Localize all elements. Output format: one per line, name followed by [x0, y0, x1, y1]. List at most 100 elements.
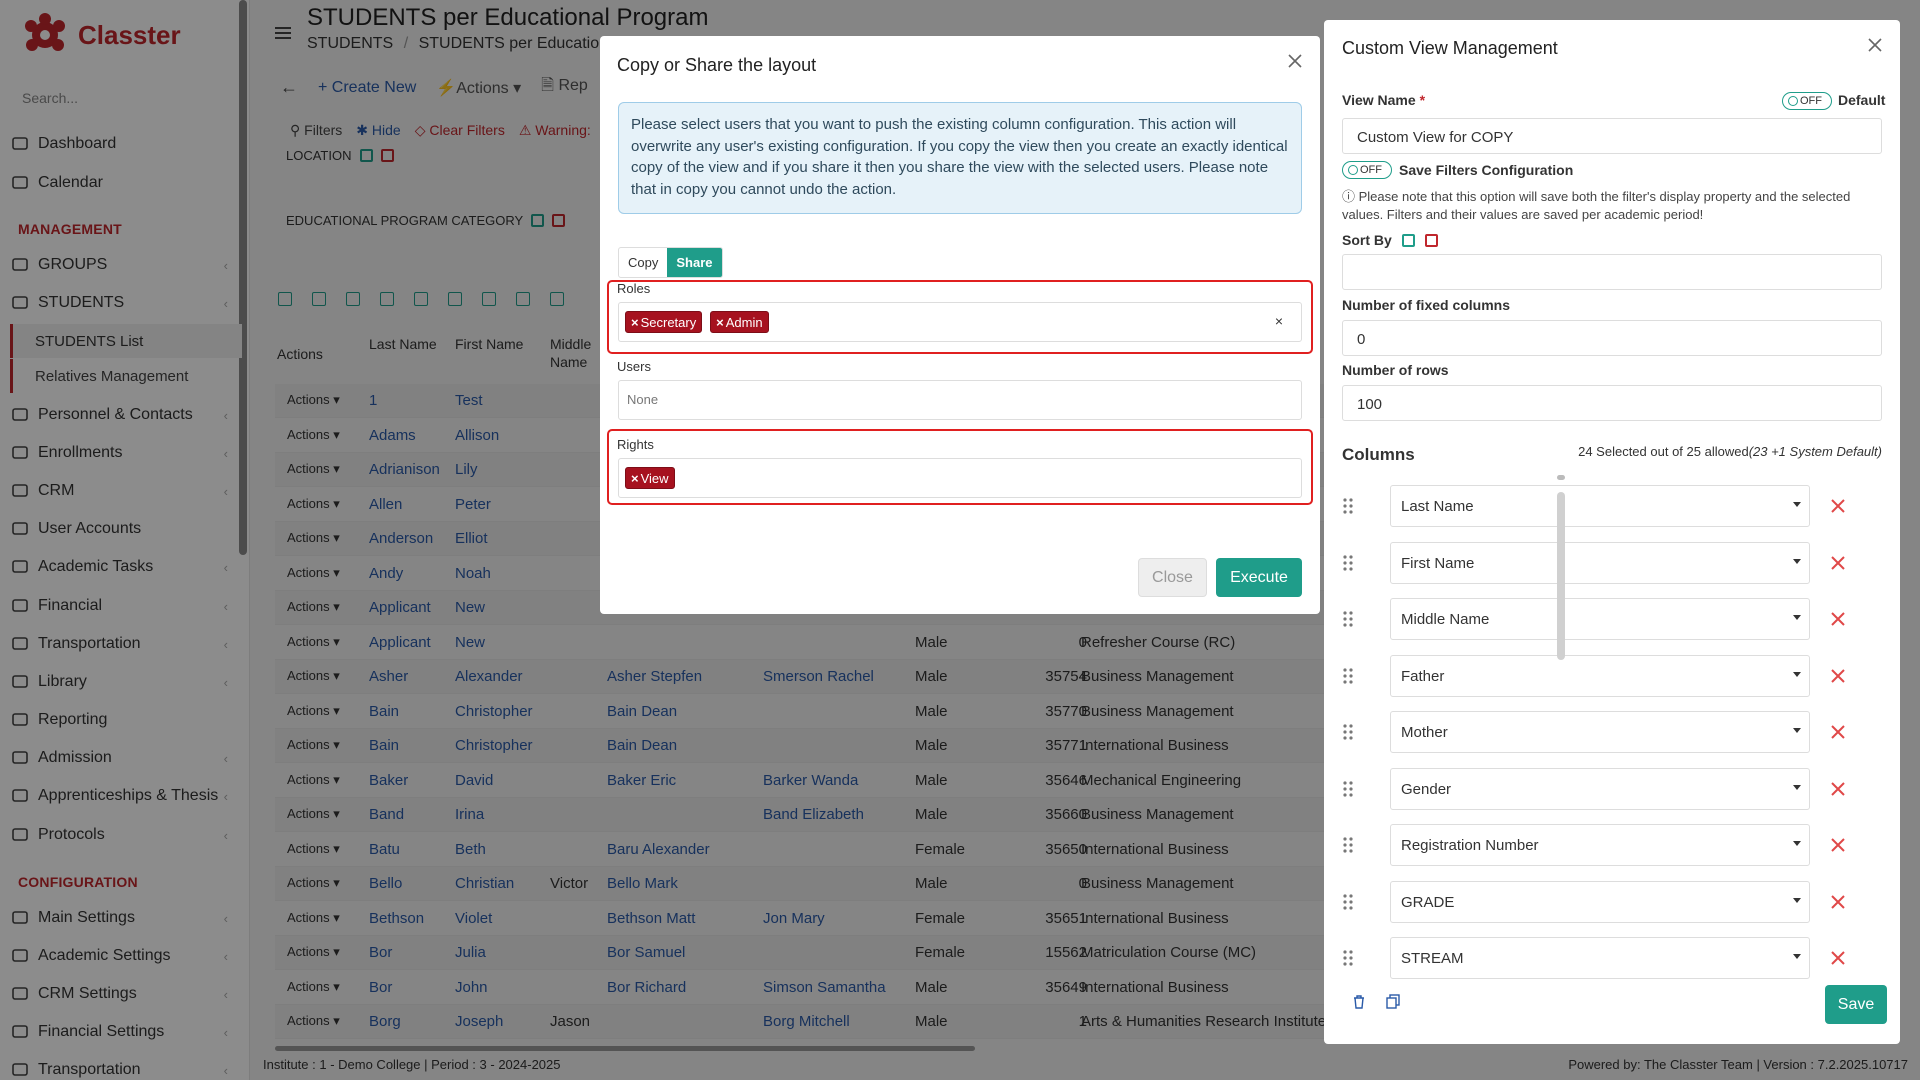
- drag-handle-icon[interactable]: [1342, 610, 1354, 628]
- save-filters-label: Save Filters Configuration: [1399, 162, 1574, 178]
- remove-column-icon[interactable]: [1830, 894, 1846, 910]
- toggle-knob-icon: [1348, 165, 1358, 175]
- right-tag-view[interactable]: × View: [625, 467, 675, 489]
- fixed-columns-input[interactable]: 0: [1342, 320, 1882, 356]
- drag-handle-icon[interactable]: [1342, 667, 1354, 685]
- drag-handle-icon[interactable]: [1342, 554, 1354, 572]
- remove-tag-icon[interactable]: ×: [631, 315, 639, 330]
- column-row: Gender: [1342, 767, 1862, 810]
- column-select[interactable]: GRADE: [1390, 880, 1810, 923]
- default-label: Default: [1838, 92, 1886, 108]
- modal-title: Copy or Share the layout: [617, 55, 817, 75]
- columns-heading: Columns: [1342, 445, 1415, 464]
- sort-by-label: Sort By: [1342, 232, 1392, 248]
- users-multiselect[interactable]: None: [618, 380, 1302, 420]
- caret-down-icon: [1793, 615, 1801, 620]
- remove-tag-icon[interactable]: ×: [631, 471, 639, 486]
- users-placeholder: None: [627, 392, 659, 407]
- rows-input[interactable]: 100: [1342, 385, 1882, 421]
- column-select[interactable]: Father: [1390, 654, 1810, 697]
- trash-icon[interactable]: [1352, 994, 1366, 1009]
- tab-copy[interactable]: Copy: [619, 248, 667, 277]
- role-tag-label: Admin: [725, 314, 763, 330]
- roles-label: Roles: [617, 281, 651, 296]
- duplicate-icon[interactable]: [1386, 994, 1400, 1009]
- remove-column-icon[interactable]: [1830, 611, 1846, 627]
- column-select[interactable]: Middle Name: [1390, 598, 1810, 640]
- sort-by-row: Sort By: [1342, 232, 1438, 248]
- rows-label: Number of rows: [1342, 362, 1449, 378]
- columns-count: 24 Selected out of 25 allowed(23 +1 Syst…: [1578, 444, 1882, 459]
- info-circle-icon: ⓘ: [1342, 189, 1359, 204]
- column-select-value: Middle Name: [1401, 611, 1490, 628]
- column-select-value: Father: [1401, 667, 1445, 685]
- drag-handle-icon[interactable]: [1342, 497, 1354, 515]
- remove-column-icon[interactable]: [1830, 668, 1846, 684]
- select-all-icon[interactable]: [1401, 233, 1415, 247]
- column-select-value: Gender: [1401, 780, 1452, 798]
- columns-count-text: 24 Selected out of 25 allowed: [1578, 444, 1749, 459]
- remove-column-icon[interactable]: [1830, 950, 1846, 966]
- clear-roles-icon[interactable]: ×: [1275, 313, 1283, 329]
- remove-column-icon[interactable]: [1830, 837, 1846, 853]
- role-tag-secretary[interactable]: × Secretary: [625, 311, 703, 333]
- save-button[interactable]: Save: [1825, 985, 1887, 1024]
- column-select[interactable]: Gender: [1390, 767, 1810, 810]
- save-filters-toggle[interactable]: OFF: [1342, 161, 1392, 179]
- remove-column-icon[interactable]: [1830, 724, 1846, 740]
- column-select-value: First Name: [1401, 554, 1475, 572]
- rights-multiselect[interactable]: × View: [618, 458, 1302, 498]
- caret-down-icon: [1793, 558, 1801, 564]
- save-filters-note: ⓘ Please note that this option will save…: [1342, 188, 1882, 224]
- copy-share-modal: Copy or Share the layout Please select u…: [600, 36, 1320, 614]
- column-select[interactable]: Registration Number: [1390, 824, 1810, 866]
- drag-handle-icon[interactable]: [1342, 893, 1354, 911]
- sort-by-input[interactable]: [1342, 254, 1882, 290]
- column-row: First Name: [1342, 541, 1862, 584]
- deselect-all-icon[interactable]: [1424, 233, 1438, 247]
- close-button[interactable]: Close: [1138, 558, 1207, 597]
- column-row: Father: [1342, 654, 1862, 697]
- required-mark: *: [1419, 92, 1426, 108]
- roles-multiselect[interactable]: × Secretary × Admin ×: [618, 302, 1302, 342]
- column-select[interactable]: STREAM: [1390, 937, 1810, 979]
- default-toggle[interactable]: OFF: [1782, 92, 1832, 110]
- column-row: Last Name: [1342, 485, 1862, 527]
- caret-down-icon: [1793, 784, 1801, 790]
- role-tag-label: Secretary: [640, 314, 697, 330]
- remove-column-icon[interactable]: [1830, 555, 1846, 571]
- column-select-value: STREAM: [1401, 950, 1464, 967]
- rights-label: Rights: [617, 437, 654, 452]
- fixed-columns-label: Number of fixed columns: [1342, 297, 1511, 313]
- caret-down-icon: [1793, 954, 1801, 959]
- drag-handle-icon[interactable]: [1342, 949, 1354, 967]
- column-select[interactable]: Mother: [1390, 711, 1810, 753]
- toggle-knob-icon: [1788, 96, 1798, 106]
- column-select-value: Mother: [1401, 724, 1448, 741]
- caret-down-icon: [1793, 671, 1801, 677]
- drag-handle-icon[interactable]: [1342, 780, 1354, 798]
- view-name-input[interactable]: Custom View for COPY: [1342, 118, 1882, 154]
- close-icon[interactable]: [1866, 36, 1884, 54]
- right-tag-label: View: [640, 470, 669, 486]
- execute-button[interactable]: Execute: [1216, 558, 1302, 597]
- role-tag-admin[interactable]: × Admin: [710, 311, 769, 333]
- tab-share[interactable]: Share: [667, 248, 722, 277]
- drag-handle-icon[interactable]: [1342, 723, 1354, 741]
- column-row: Middle Name: [1342, 598, 1862, 640]
- remove-column-icon[interactable]: [1830, 498, 1846, 514]
- column-row: GRADE: [1342, 880, 1862, 923]
- remove-tag-icon[interactable]: ×: [716, 315, 724, 330]
- column-select[interactable]: Last Name: [1390, 485, 1810, 527]
- panel-title: Custom View Management: [1342, 38, 1558, 58]
- close-icon[interactable]: [1286, 52, 1304, 70]
- drag-handle-icon[interactable]: [1342, 836, 1354, 854]
- remove-column-icon[interactable]: [1830, 781, 1846, 797]
- column-row: STREAM: [1342, 937, 1862, 979]
- view-name-label: View Name *: [1342, 92, 1425, 108]
- columns-scroll-up[interactable]: [1557, 475, 1565, 480]
- column-select[interactable]: First Name: [1390, 541, 1810, 584]
- caret-down-icon: [1793, 841, 1801, 846]
- column-select-value: Last Name: [1401, 498, 1474, 515]
- columns-scrollbar[interactable]: [1557, 492, 1565, 660]
